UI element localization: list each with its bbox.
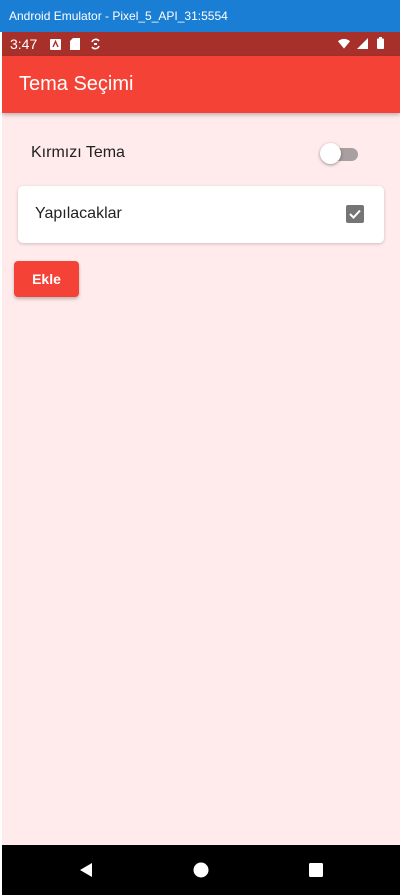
page-title: Tema Seçimi xyxy=(19,73,134,95)
home-button[interactable] xyxy=(177,845,225,895)
android-notification-icon xyxy=(49,38,61,50)
todo-card[interactable]: Yapılacaklar xyxy=(18,186,384,243)
sync-icon xyxy=(89,38,101,50)
status-time: 3:47 xyxy=(10,36,38,52)
back-icon xyxy=(80,863,92,877)
add-button[interactable]: Ekle xyxy=(14,261,79,297)
home-icon xyxy=(193,862,209,878)
wifi-icon xyxy=(338,37,350,49)
battery-icon xyxy=(374,37,386,49)
emulator-window-titlebar: Android Emulator - Pixel_5_API_31:5554 xyxy=(0,0,400,32)
status-right-icons xyxy=(338,37,386,49)
system-nav-bar xyxy=(2,845,400,895)
signal-icon xyxy=(356,37,368,49)
switch-thumb xyxy=(320,143,341,164)
recents-button[interactable] xyxy=(292,845,340,895)
checkmark-icon xyxy=(349,209,361,219)
sd-card-icon xyxy=(69,38,81,50)
status-left-icons xyxy=(49,38,101,50)
window-title: Android Emulator - Pixel_5_API_31:5554 xyxy=(9,9,228,23)
recents-icon xyxy=(309,863,323,877)
status-bar: 3:47 xyxy=(2,32,400,56)
device-screen: 3:47 Tema Seçimi Kırmızı Tema Yapılacakl… xyxy=(2,32,400,895)
back-button[interactable] xyxy=(62,845,110,895)
todo-checkbox[interactable] xyxy=(346,205,364,223)
red-theme-switch[interactable] xyxy=(320,142,360,164)
app-bar: Tema Seçimi xyxy=(2,56,400,113)
red-theme-setting: Kırmızı Tema xyxy=(2,138,400,168)
todo-label: Yapılacaklar xyxy=(35,205,122,222)
red-theme-label: Kırmızı Tema xyxy=(31,144,125,161)
